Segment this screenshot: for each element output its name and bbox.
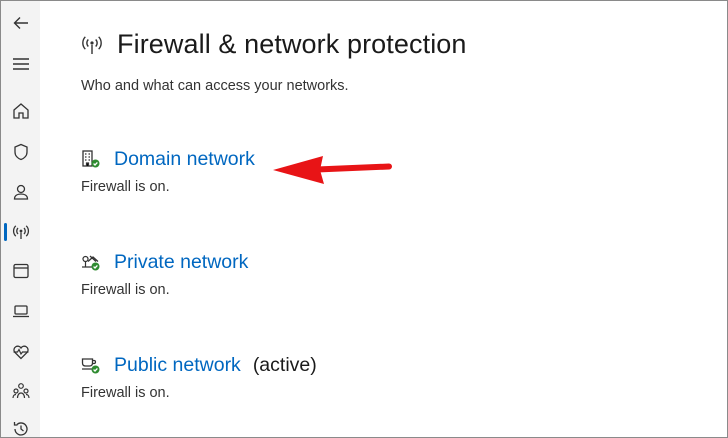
active-network-label: (active) [252, 353, 317, 376]
sidebar-item-device-security[interactable] [1, 293, 40, 329]
shield-icon [13, 143, 28, 161]
sidebar-item-app-browser[interactable] [1, 253, 40, 289]
back-button[interactable] [1, 5, 40, 41]
menu-icon [12, 58, 29, 70]
domain-network-icon [82, 150, 100, 168]
network-icon [12, 225, 29, 239]
back-icon [13, 17, 28, 29]
public-network-link[interactable]: Public network [114, 354, 241, 377]
page-title: Firewall & network protection [117, 29, 467, 59]
history-icon [13, 422, 28, 436]
private-network-section: Private network Firewall is on. [81, 249, 248, 299]
private-network-icon [82, 255, 100, 271]
sidebar-item-account-protection[interactable] [1, 174, 40, 210]
sidebar-item-home[interactable] [1, 93, 40, 129]
public-network-section: Public network (active) Firewall is on. [81, 352, 317, 402]
public-network-status: Firewall is on. [81, 385, 170, 401]
app-browser-icon [12, 263, 29, 279]
network-header-icon [82, 35, 102, 54]
private-network-status: Firewall is on. [81, 282, 170, 298]
annotation-arrow [273, 156, 392, 184]
active-indicator [4, 223, 7, 241]
private-network-link[interactable]: Private network [114, 251, 248, 274]
sidebar-item-virus-protection[interactable] [1, 134, 40, 170]
main-content: Firewall & network protection Who and wh… [40, 1, 727, 437]
domain-network-link[interactable]: Domain network [114, 148, 255, 171]
home-icon [12, 103, 29, 119]
sidebar-item-device-health[interactable] [1, 334, 40, 370]
page-header: Firewall & network protection [81, 29, 467, 60]
sidebar [1, 1, 40, 437]
laptop-icon [12, 305, 29, 318]
family-icon [11, 383, 30, 399]
sidebar-item-family-options[interactable] [1, 373, 40, 409]
page-subtitle: Who and what can access your networks. [81, 78, 349, 94]
sidebar-item-protection-history[interactable] [1, 411, 40, 437]
menu-button[interactable] [1, 46, 40, 82]
app-window: Firewall & network protection Who and wh… [0, 0, 728, 438]
sidebar-item-firewall[interactable] [1, 214, 40, 250]
person-icon [13, 184, 28, 200]
heart-pulse-icon [12, 345, 29, 360]
public-network-icon [81, 358, 100, 374]
domain-network-section: Domain network Firewall is on. [81, 146, 255, 196]
domain-network-status: Firewall is on. [81, 179, 170, 195]
